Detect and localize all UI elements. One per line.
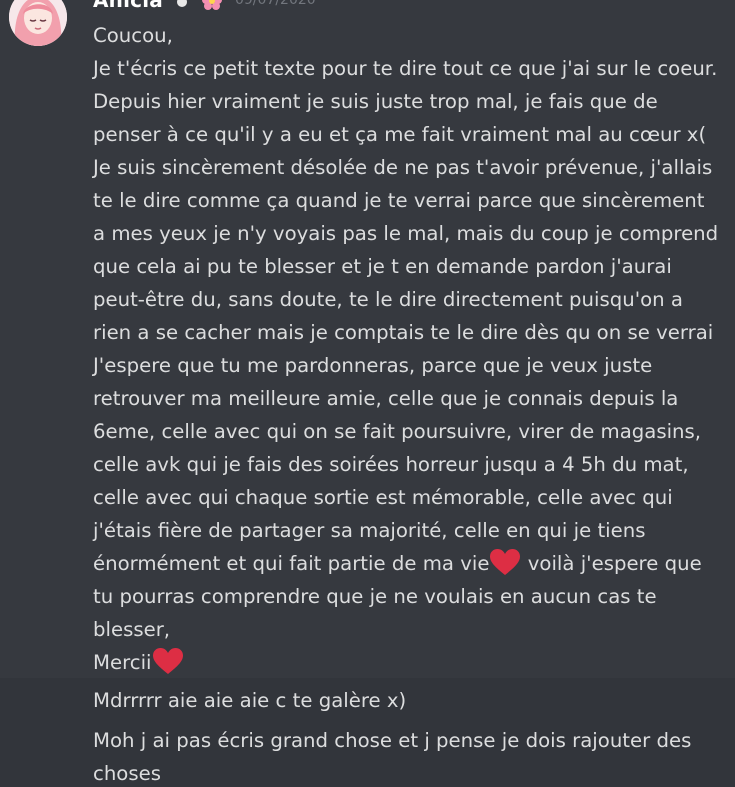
message-line: a mes yeux je n'y voyais pas le mal, mai… — [93, 222, 719, 245]
followup-messages: Mdrrrrr aie aie aie c te galère x) Moh j… — [0, 678, 735, 787]
red-heart-icon[interactable] — [489, 548, 521, 576]
message-line: choses — [93, 762, 161, 785]
message-timestamp: 09/07/2020 — [234, 0, 316, 8]
message-line: Mdrrrrr aie aie aie c te galère x) — [93, 689, 407, 712]
message-closing-line: Mercii — [93, 646, 723, 679]
message-line: tu pourras comprendre que je ne voulais … — [93, 585, 657, 608]
message-line: blesser, — [93, 618, 171, 641]
followup-message[interactable]: Moh j ai pas écris grand chose et j pens… — [93, 724, 691, 787]
heart-line-end: voilà j'espere que — [521, 552, 702, 575]
message-line: j'étais fière de partager sa majorité, c… — [93, 519, 646, 542]
message-line: Depuis hier vraiment je suis juste trop … — [93, 90, 658, 113]
paw-icon — [176, 0, 187, 7]
message-line: 6eme, celle avec qui on se fait poursuiv… — [93, 420, 702, 443]
message-line: que cela ai pu te blesser et je t en dem… — [93, 255, 672, 278]
heart-line-start: énormément et qui fait partie de ma vie — [93, 552, 490, 575]
message-line: celle avk qui je fais des soirées horreu… — [93, 453, 689, 476]
message-line-with-heart: énormément et qui fait partie de ma vie … — [93, 547, 723, 580]
closing-text: Mercii — [93, 651, 152, 674]
message-line: te le dire comme ça quand je te verrai p… — [93, 189, 705, 212]
message-line: Je suis sincèrement désolée de ne pas t'… — [93, 156, 713, 179]
message-content: Coucou, Je t'écris ce petit texte pour t… — [93, 19, 723, 679]
message-line: penser à ce qu'il y a eu et ça me fait v… — [93, 123, 707, 146]
message-line: retrouver ma meilleure amie, celle que j… — [93, 387, 679, 410]
followup-message[interactable]: Mdrrrrr aie aie aie c te galère x) — [93, 684, 406, 717]
author-name[interactable]: Anicia — [93, 0, 163, 12]
message-line: J'espere que tu me pardonneras, parce qu… — [93, 354, 653, 377]
message-line: rien a se cacher mais je comptais te le … — [93, 321, 714, 344]
message-line: celle avec qui chaque sortie est mémorab… — [93, 486, 673, 509]
message-header: Anicia 09/07/2020 — [93, 0, 316, 12]
message-line: Moh j ai pas écris grand chose et j pens… — [93, 729, 692, 752]
message-line: peut-être du, sans doute, te le dire dir… — [93, 288, 683, 311]
flower-icon — [201, 0, 222, 10]
message-group: Anicia 09/07/2020 Coucou, Je t'écris ce … — [0, 0, 735, 678]
user-avatar[interactable] — [9, 0, 67, 46]
message-line: Je t'écris ce petit texte pour te dire t… — [93, 57, 718, 80]
message-line: Coucou, — [93, 24, 173, 47]
red-heart-icon[interactable] — [152, 647, 184, 675]
avatar-pink-hair-icon — [9, 0, 67, 46]
